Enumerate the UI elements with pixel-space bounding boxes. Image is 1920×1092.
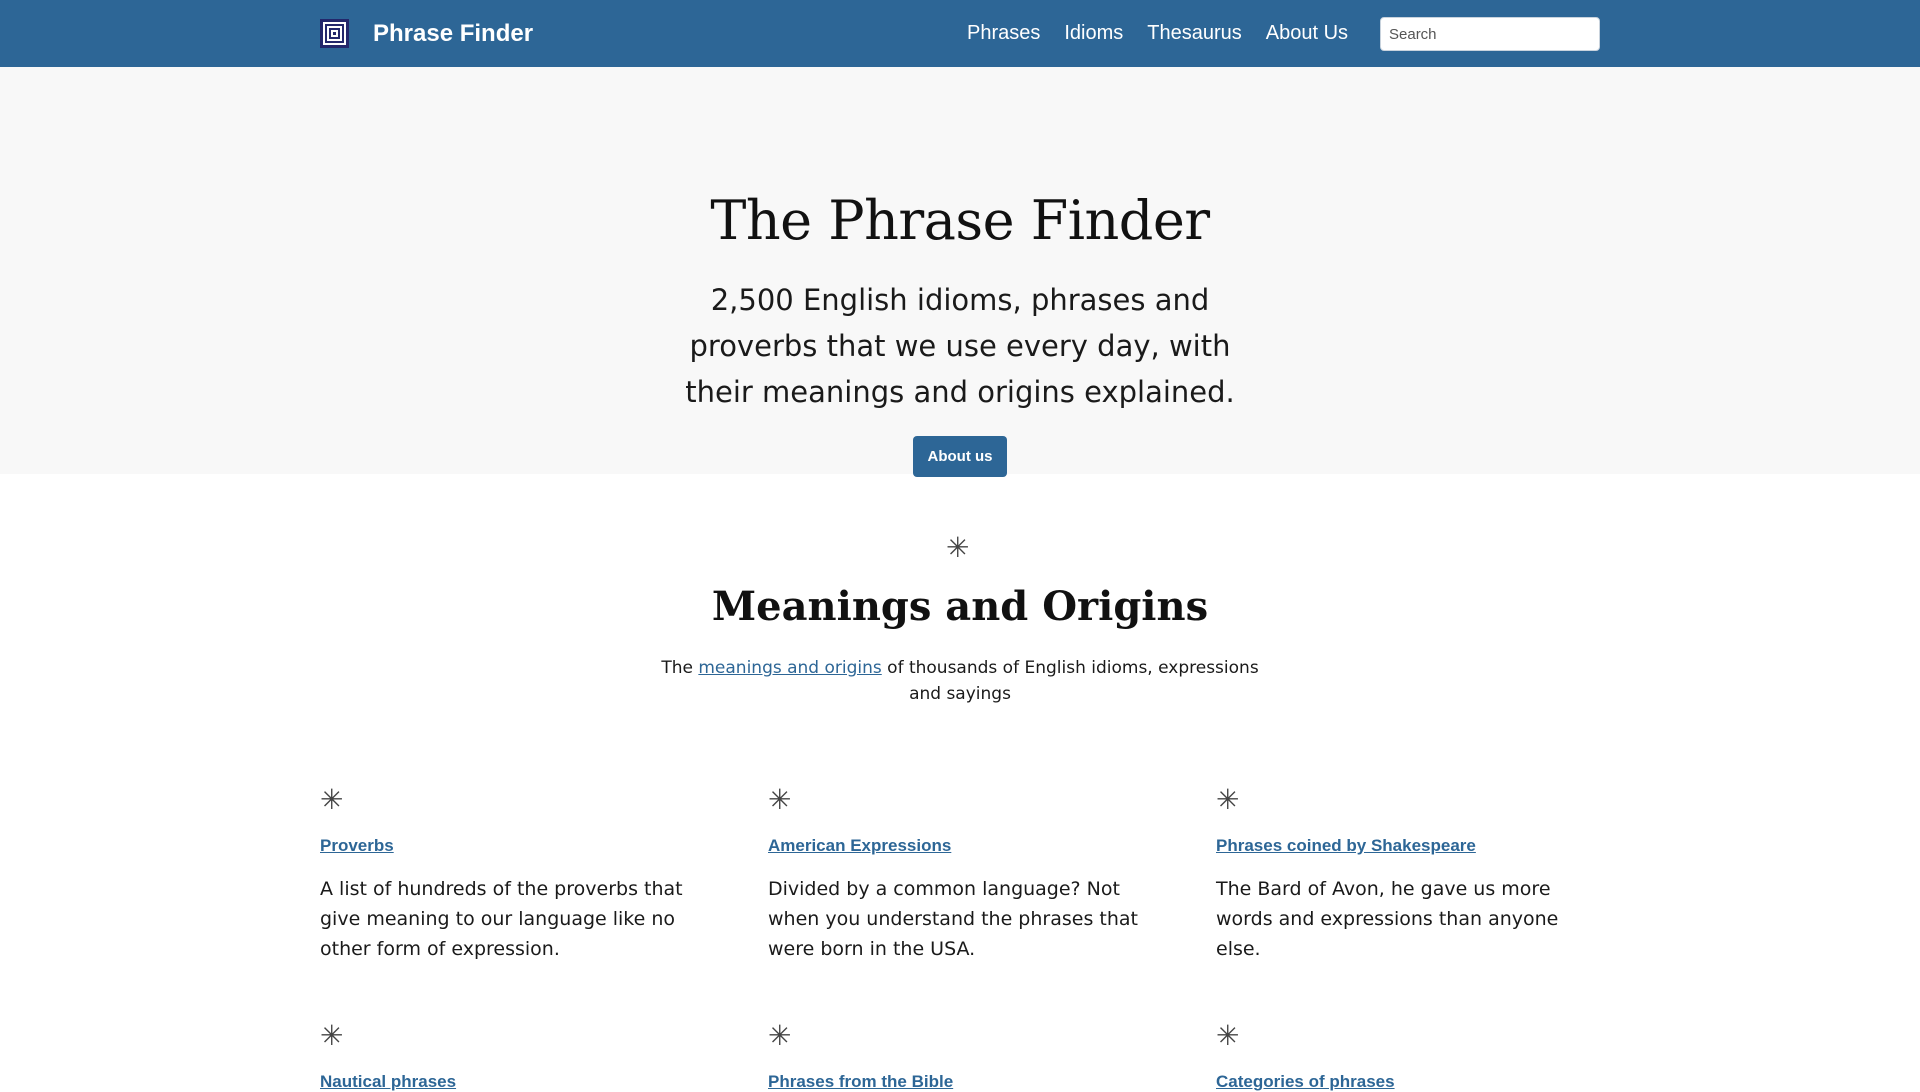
asterisk-icon: ✳	[1216, 1019, 1240, 1052]
brand-name[interactable]: Phrase Finder	[373, 20, 533, 48]
card-categories: ✳ Categories of phrases	[1216, 1022, 1606, 1092]
about-us-button[interactable]: About us	[913, 436, 1007, 477]
card-bible: ✳ Phrases from the Bible	[768, 1022, 1158, 1092]
hero-title: The Phrase Finder	[710, 189, 1210, 252]
card-text: A list of hundreds of the proverbs that …	[320, 878, 683, 960]
card-link-nautical[interactable]: Nautical phrases	[320, 1072, 710, 1092]
asterisk-icon: ✳	[946, 531, 970, 564]
logo-icon	[320, 19, 349, 48]
asterisk-icon: ✳	[320, 783, 344, 816]
hero-subtitle: 2,500 English idioms, phrases and prover…	[685, 283, 1235, 409]
asterisk-icon: ✳	[768, 1019, 792, 1052]
card-nautical: ✳ Nautical phrases	[320, 1022, 710, 1092]
asterisk-icon: ✳	[1216, 783, 1240, 816]
card-link-categories[interactable]: Categories of phrases	[1216, 1072, 1606, 1092]
card-link-bible[interactable]: Phrases from the Bible	[768, 1072, 1158, 1092]
section-title: Meanings and Origins	[711, 583, 1209, 630]
nav-phrases[interactable]: Phrases	[967, 0, 1040, 67]
nav-idioms[interactable]: Idioms	[1064, 0, 1123, 67]
section-description: The meanings and origins of thousands of…	[660, 655, 1260, 707]
search-input[interactable]	[1380, 17, 1600, 51]
card-link-shakespeare[interactable]: Phrases coined by Shakespeare	[1216, 836, 1606, 856]
brand[interactable]: Phrase Finder	[320, 0, 533, 67]
asterisk-icon: ✳	[768, 783, 792, 816]
desc-text-before: The	[661, 658, 699, 678]
card-link-proverbs[interactable]: Proverbs	[320, 836, 710, 856]
asterisk-icon: ✳	[320, 1019, 344, 1052]
card-link-american-expressions[interactable]: American Expressions	[768, 836, 1158, 856]
hero: The Phrase Finder 2,500 English idioms, …	[0, 67, 1920, 477]
card-proverbs: ✳ Proverbs A list of hundreds of the pro…	[320, 786, 710, 964]
card-text: The Bard of Avon, he gave us more words …	[1216, 878, 1559, 960]
card-text: Divided by a common language? Not when y…	[768, 878, 1138, 960]
card-shakespeare: ✳ Phrases coined by Shakespeare The Bard…	[1216, 786, 1606, 964]
top-navbar: Phrase Finder Phrases Idioms Thesaurus A…	[0, 0, 1920, 67]
nav-thesaurus[interactable]: Thesaurus	[1147, 0, 1242, 67]
desc-text-after: of thousands of English idioms, expressi…	[881, 658, 1259, 704]
nav-about-us[interactable]: About Us	[1266, 0, 1348, 67]
card-american-expressions: ✳ American Expressions Divided by a comm…	[768, 786, 1158, 964]
meanings-origins-link[interactable]: meanings and origins	[698, 658, 881, 678]
main-nav: Phrases Idioms Thesaurus About Us	[967, 0, 1348, 67]
